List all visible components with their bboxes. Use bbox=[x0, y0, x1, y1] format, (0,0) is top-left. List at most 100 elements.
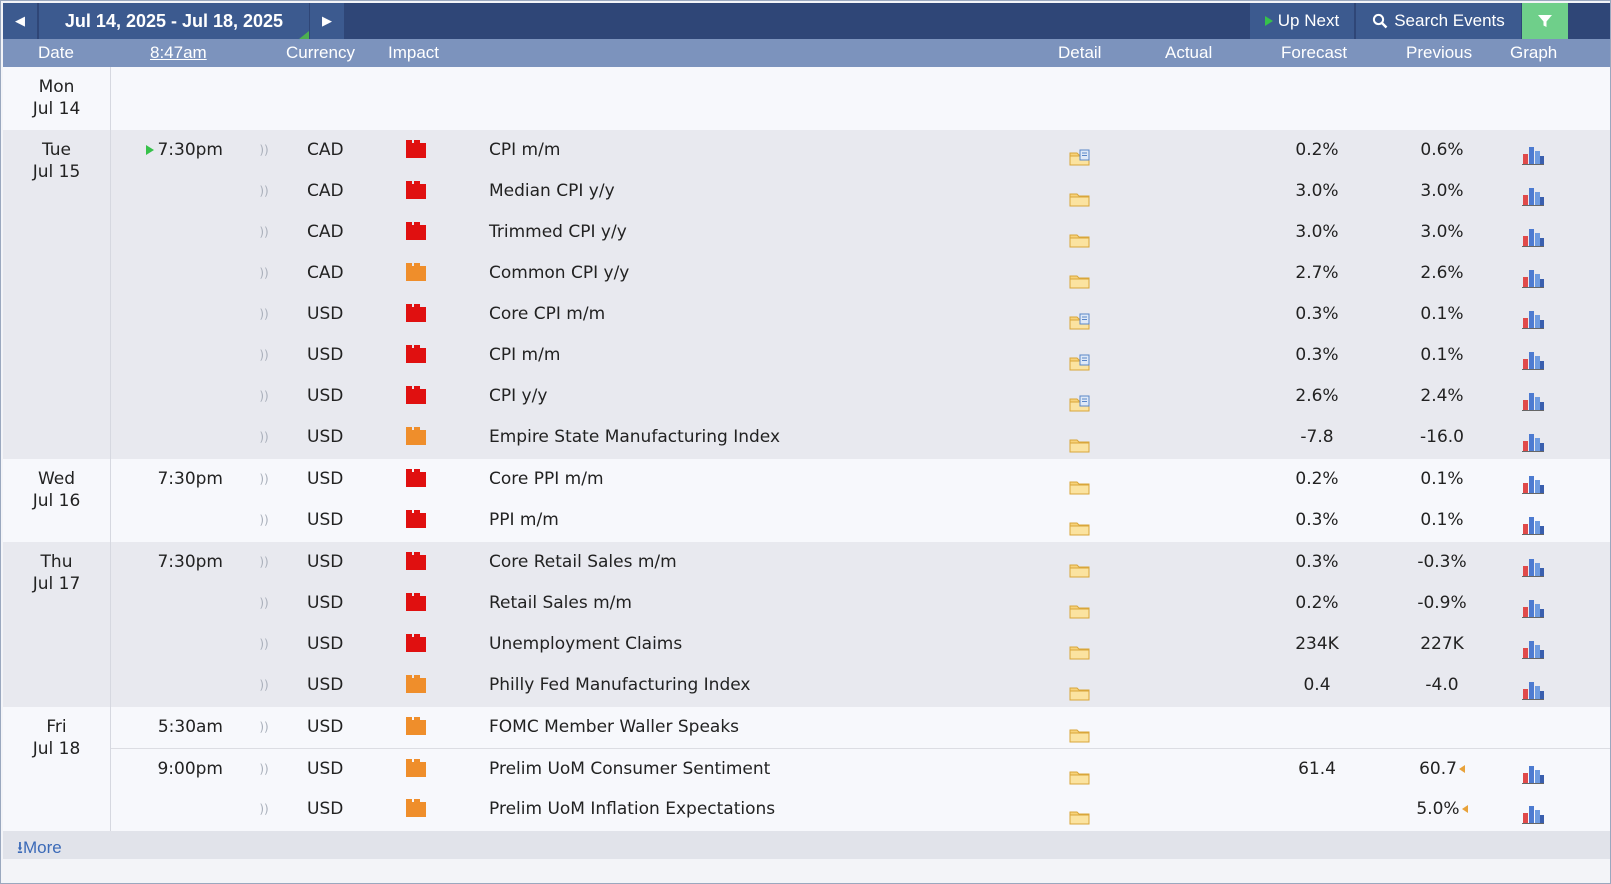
event-row[interactable]: 5:30am)) USD FOMC Member Waller Speaks bbox=[111, 707, 1610, 748]
event-row[interactable]: )) CAD Trimmed CPI y/y 3.0% 3.0% bbox=[111, 212, 1610, 253]
detail-folder-icon[interactable] bbox=[1069, 594, 1091, 619]
bar-chart-icon[interactable] bbox=[1521, 799, 1545, 824]
bar-chart-icon[interactable] bbox=[1521, 427, 1545, 452]
bar-chart-icon[interactable] bbox=[1521, 469, 1545, 494]
sound-alert-icon[interactable]: )) bbox=[257, 542, 271, 583]
more-link[interactable]: ⭳More bbox=[17, 835, 62, 864]
bar-chart-icon[interactable] bbox=[1521, 140, 1545, 165]
event-title[interactable]: Retail Sales m/m bbox=[489, 583, 632, 624]
event-title[interactable]: PPI m/m bbox=[489, 500, 559, 541]
sound-alert-icon[interactable]: )) bbox=[257, 583, 271, 624]
event-title[interactable]: Empire State Manufacturing Index bbox=[489, 417, 780, 458]
filter-button[interactable] bbox=[1522, 3, 1568, 39]
bar-chart-icon[interactable] bbox=[1521, 593, 1545, 618]
detail-folder-icon[interactable] bbox=[1069, 676, 1091, 701]
current-time-link[interactable]: 8:47am bbox=[150, 43, 207, 63]
medium-impact-icon[interactable] bbox=[406, 427, 426, 445]
event-title[interactable]: Core Retail Sales m/m bbox=[489, 542, 677, 583]
bar-chart-icon[interactable] bbox=[1521, 510, 1545, 535]
sound-alert-icon[interactable]: )) bbox=[257, 130, 271, 171]
event-row[interactable]: )) USD PPI m/m 0.3% 0.1% bbox=[111, 500, 1610, 541]
sound-alert-icon[interactable]: )) bbox=[257, 749, 271, 790]
sound-alert-icon[interactable]: )) bbox=[257, 212, 271, 253]
high-impact-icon[interactable] bbox=[406, 345, 426, 363]
detail-folder-icon[interactable] bbox=[1069, 428, 1091, 453]
search-events-button[interactable]: Search Events bbox=[1356, 3, 1521, 39]
event-title[interactable]: Core PPI m/m bbox=[489, 459, 604, 500]
detail-folder-icon[interactable] bbox=[1069, 635, 1091, 660]
sound-alert-icon[interactable]: )) bbox=[257, 500, 271, 541]
event-row[interactable]: 7:30pm)) USD Core Retail Sales m/m 0.3% -0.3… bbox=[111, 542, 1610, 583]
detail-folder-icon[interactable] bbox=[1069, 760, 1091, 785]
bar-chart-icon[interactable] bbox=[1521, 675, 1545, 700]
bar-chart-icon[interactable] bbox=[1521, 759, 1545, 784]
bar-chart-icon[interactable] bbox=[1521, 181, 1545, 206]
event-row[interactable]: )) USD Unemployment Claims 234K 227K bbox=[111, 624, 1610, 665]
detail-folder-with-news-icon[interactable] bbox=[1069, 141, 1091, 166]
up-next-button[interactable]: Up Next bbox=[1250, 3, 1354, 39]
sound-alert-icon[interactable]: )) bbox=[257, 624, 271, 665]
sound-alert-icon[interactable]: )) bbox=[257, 171, 271, 212]
event-title[interactable]: Prelim UoM Consumer Sentiment bbox=[489, 749, 770, 790]
event-row[interactable]: )) USD Prelim UoM Inflation Expectations 5.… bbox=[111, 789, 1610, 830]
detail-folder-icon[interactable] bbox=[1069, 800, 1091, 825]
medium-impact-icon[interactable] bbox=[406, 759, 426, 777]
event-title[interactable]: Unemployment Claims bbox=[489, 624, 682, 665]
previous-week-button[interactable]: ◀ bbox=[3, 3, 37, 39]
event-row[interactable]: )) USD CPI m/m 0.3% 0.1% bbox=[111, 335, 1610, 376]
detail-folder-icon[interactable] bbox=[1069, 511, 1091, 536]
detail-folder-icon[interactable] bbox=[1069, 470, 1091, 495]
bar-chart-icon[interactable] bbox=[1521, 263, 1545, 288]
high-impact-icon[interactable] bbox=[406, 181, 426, 199]
bar-chart-icon[interactable] bbox=[1521, 304, 1545, 329]
sound-alert-icon[interactable]: )) bbox=[257, 253, 271, 294]
detail-folder-with-news-icon[interactable] bbox=[1069, 346, 1091, 371]
sound-alert-icon[interactable]: )) bbox=[257, 335, 271, 376]
detail-folder-icon[interactable] bbox=[1069, 264, 1091, 289]
event-row[interactable]: 7:30pm)) USD Core PPI m/m 0.2% 0.1% bbox=[111, 459, 1610, 500]
medium-impact-icon[interactable] bbox=[406, 799, 426, 817]
event-title[interactable]: Philly Fed Manufacturing Index bbox=[489, 665, 750, 706]
bar-chart-icon[interactable] bbox=[1521, 345, 1545, 370]
sound-alert-icon[interactable]: )) bbox=[257, 376, 271, 417]
revised-marker-icon[interactable] bbox=[1458, 765, 1465, 773]
bar-chart-icon[interactable] bbox=[1521, 222, 1545, 247]
medium-impact-icon[interactable] bbox=[406, 263, 426, 281]
medium-impact-icon[interactable] bbox=[406, 717, 426, 735]
detail-folder-with-news-icon[interactable] bbox=[1069, 305, 1091, 330]
event-title[interactable]: FOMC Member Waller Speaks bbox=[489, 707, 739, 748]
event-title[interactable]: CPI y/y bbox=[489, 376, 547, 417]
detail-folder-icon[interactable] bbox=[1069, 553, 1091, 578]
medium-impact-icon[interactable] bbox=[406, 675, 426, 693]
detail-folder-with-news-icon[interactable] bbox=[1069, 387, 1091, 412]
event-title[interactable]: Prelim UoM Inflation Expectations bbox=[489, 789, 775, 830]
bar-chart-icon[interactable] bbox=[1521, 552, 1545, 577]
next-week-button[interactable]: ▶ bbox=[310, 3, 344, 39]
sound-alert-icon[interactable]: )) bbox=[257, 459, 271, 500]
event-title[interactable]: Common CPI y/y bbox=[489, 253, 629, 294]
detail-folder-icon[interactable] bbox=[1069, 223, 1091, 248]
high-impact-icon[interactable] bbox=[406, 552, 426, 570]
detail-folder-icon[interactable] bbox=[1069, 718, 1091, 743]
event-title[interactable]: Core CPI m/m bbox=[489, 294, 605, 335]
event-row[interactable]: )) USD Philly Fed Manufacturing Index 0.4 -4… bbox=[111, 665, 1610, 706]
event-row[interactable]: )) USD Core CPI m/m 0.3% 0.1% bbox=[111, 294, 1610, 335]
event-row[interactable]: 7:30pm)) CAD CPI m/m 0.2% 0.6% bbox=[111, 130, 1610, 171]
high-impact-icon[interactable] bbox=[406, 593, 426, 611]
event-title[interactable]: CPI m/m bbox=[489, 130, 560, 171]
high-impact-icon[interactable] bbox=[406, 304, 426, 322]
sound-alert-icon[interactable]: )) bbox=[257, 707, 271, 748]
event-row[interactable]: )) USD CPI y/y 2.6% 2.4% bbox=[111, 376, 1610, 417]
event-title[interactable]: Median CPI y/y bbox=[489, 171, 615, 212]
high-impact-icon[interactable] bbox=[406, 386, 426, 404]
event-row[interactable]: )) CAD Common CPI y/y 2.7% 2.6% bbox=[111, 253, 1610, 294]
sound-alert-icon[interactable]: )) bbox=[257, 417, 271, 458]
high-impact-icon[interactable] bbox=[406, 469, 426, 487]
sound-alert-icon[interactable]: )) bbox=[257, 665, 271, 706]
event-title[interactable]: CPI m/m bbox=[489, 335, 560, 376]
bar-chart-icon[interactable] bbox=[1521, 386, 1545, 411]
high-impact-icon[interactable] bbox=[406, 140, 426, 158]
high-impact-icon[interactable] bbox=[406, 634, 426, 652]
sound-alert-icon[interactable]: )) bbox=[257, 294, 271, 335]
event-row[interactable]: )) USD Retail Sales m/m 0.2% -0.9% bbox=[111, 583, 1610, 624]
